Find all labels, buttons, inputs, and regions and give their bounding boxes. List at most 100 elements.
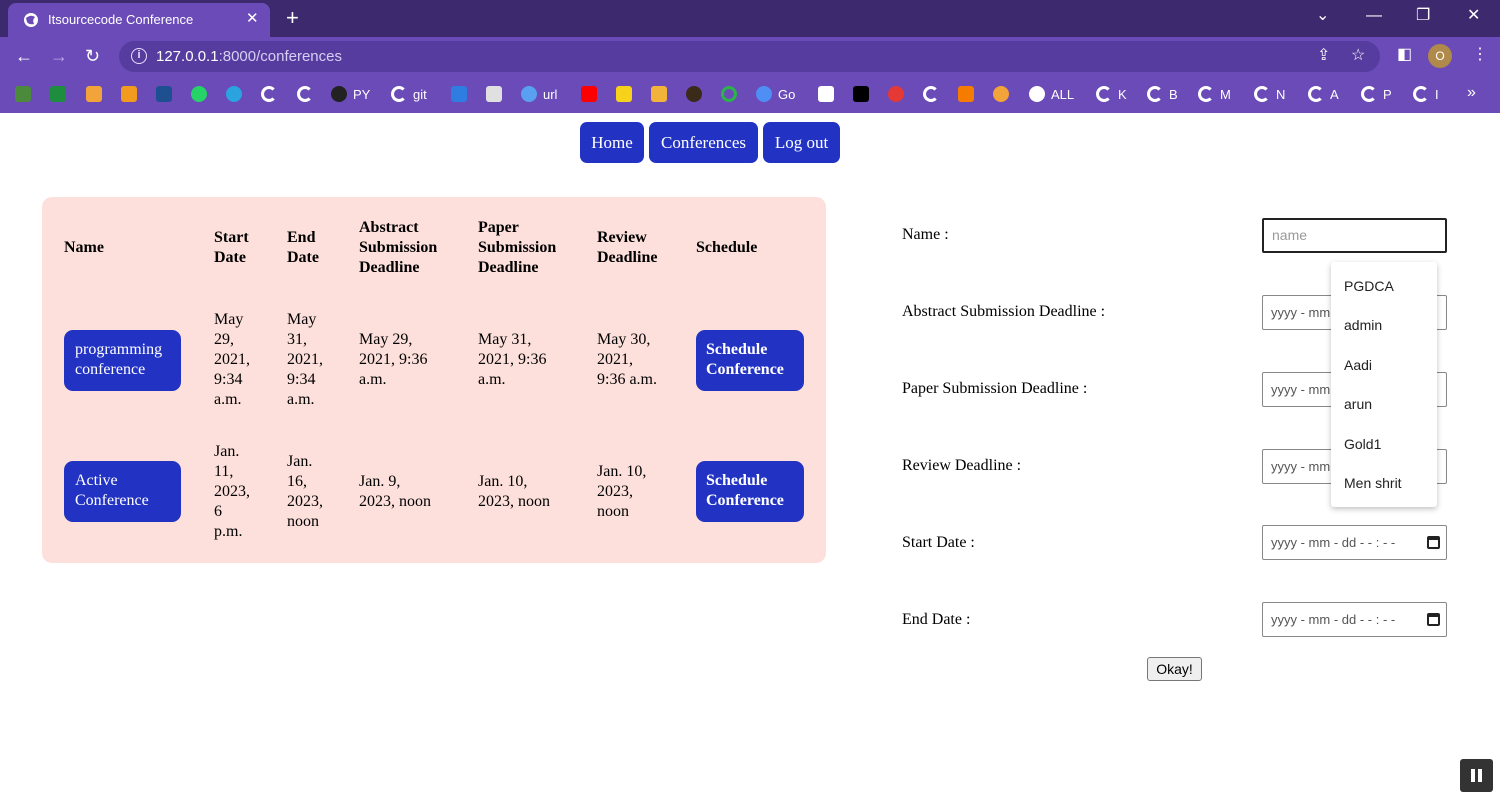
- tab-close-icon[interactable]: ✕: [246, 11, 259, 27]
- new-tab-button[interactable]: +: [286, 6, 299, 30]
- bookmark-item[interactable]: ALL: [1029, 85, 1074, 103]
- bookmark-item[interactable]: [923, 85, 939, 103]
- abstract-deadline-cell: Jan. 9, 2023, noon: [359, 473, 431, 510]
- circle-icon: [721, 86, 737, 102]
- bookmark-label: git: [413, 86, 427, 102]
- bookmark-item[interactable]: B: [1147, 85, 1178, 103]
- conference-name-button[interactable]: programming conference: [64, 330, 181, 391]
- back-arrow-icon[interactable]: ←: [15, 45, 33, 67]
- forward-arrow-icon[interactable]: →: [50, 45, 68, 67]
- autocomplete-option[interactable]: Aadi: [1344, 357, 1372, 373]
- autocomplete-option[interactable]: Men shrit: [1344, 475, 1402, 491]
- conference-name-button[interactable]: Active Conference: [64, 461, 181, 522]
- reload-icon[interactable]: ↻: [85, 45, 100, 67]
- pause-icon[interactable]: [1460, 759, 1493, 792]
- bookmark-label: K: [1118, 86, 1127, 102]
- menu-dots-icon[interactable]: ⋮: [1472, 46, 1488, 64]
- bookmark-item[interactable]: M: [1198, 85, 1231, 103]
- youtube-icon: [581, 86, 597, 102]
- share-icon[interactable]: ⇪: [1317, 47, 1330, 65]
- bookmark-label: M: [1220, 86, 1231, 102]
- google-icon: [1361, 86, 1377, 102]
- autocomplete-dropdown: PGDCA admin Aadi arun Gold1 Men shrit: [1331, 262, 1437, 507]
- bookmark-label: B: [1169, 86, 1178, 102]
- bookmark-item[interactable]: [50, 85, 66, 103]
- google-icon: [1413, 86, 1429, 102]
- autocomplete-option[interactable]: Gold1: [1344, 436, 1381, 452]
- nav-home-button[interactable]: Home: [580, 122, 644, 163]
- bookmark-item[interactable]: [888, 85, 904, 103]
- bookmark-item[interactable]: [581, 85, 597, 103]
- bookmark-item[interactable]: [993, 85, 1009, 103]
- bookmark-item[interactable]: [686, 85, 702, 103]
- start-date-input[interactable]: yyyy - mm - dd - - : - -: [1262, 525, 1447, 560]
- tab-title: Itsourcecode Conference: [48, 12, 194, 27]
- paper-deadline-cell: Jan. 10, 2023, noon: [478, 473, 550, 510]
- bookmark-item[interactable]: git: [391, 85, 427, 103]
- url-text[interactable]: 127.0.0.1:8000/conferences: [156, 48, 342, 65]
- okay-submit-button[interactable]: Okay!: [1147, 657, 1202, 681]
- bookmark-item[interactable]: [156, 85, 172, 103]
- bookmark-item[interactable]: [616, 85, 632, 103]
- review-deadline-cell: Jan. 10, 2023, noon: [597, 463, 647, 520]
- bookmark-item[interactable]: P: [1361, 85, 1392, 103]
- paper-deadline-label: Paper Submission Deadline :: [902, 380, 1088, 397]
- tab-search-chevron-icon[interactable]: ⌄: [1316, 6, 1329, 26]
- bookmark-item[interactable]: A: [1308, 85, 1339, 103]
- header-schedule: Schedule: [696, 239, 758, 256]
- bookmark-item[interactable]: [818, 85, 834, 103]
- bookmark-item[interactable]: [226, 85, 242, 103]
- bookmark-item[interactable]: [121, 85, 137, 103]
- window-close-icon[interactable]: ✕: [1467, 6, 1480, 26]
- bookmark-item[interactable]: [451, 85, 467, 103]
- restore-icon[interactable]: ❐: [1416, 6, 1430, 26]
- bookmark-item[interactable]: [958, 85, 974, 103]
- bookmarks-more-icon[interactable]: »: [1467, 84, 1476, 102]
- name-label: Name :: [902, 226, 949, 243]
- browser-tab[interactable]: Itsourcecode Conference ✕: [8, 3, 270, 37]
- bookmark-favicon-icon: [756, 86, 772, 102]
- address-bar[interactable]: i 127.0.0.1:8000/conferences ⇪ ☆: [119, 41, 1380, 72]
- nav-logout-button[interactable]: Log out: [763, 122, 840, 163]
- site-info-icon[interactable]: i: [131, 48, 147, 64]
- abstract-deadline-label: Abstract Submission Deadline :: [902, 303, 1106, 320]
- header-end-date: End Date: [287, 229, 319, 266]
- globe-icon: [24, 13, 38, 27]
- bookmark-label: Go: [778, 86, 796, 102]
- nav-conferences-button[interactable]: Conferences: [649, 122, 758, 163]
- bookmark-item[interactable]: PY: [331, 85, 370, 103]
- autocomplete-option[interactable]: PGDCA: [1344, 278, 1394, 294]
- globe-icon: [1029, 86, 1045, 102]
- bookmark-favicon-icon: [451, 86, 467, 102]
- name-input[interactable]: name: [1262, 218, 1447, 253]
- autocomplete-option[interactable]: admin: [1344, 317, 1382, 333]
- side-panel-icon[interactable]: ◧: [1397, 46, 1412, 64]
- bookmark-item[interactable]: Go: [756, 85, 795, 103]
- bookmark-star-icon[interactable]: ☆: [1351, 47, 1365, 65]
- schedule-conference-button[interactable]: Schedule Conference: [696, 461, 804, 522]
- bookmark-item[interactable]: [15, 85, 31, 103]
- bookmark-item[interactable]: N: [1254, 85, 1285, 103]
- bookmark-favicon-icon: [86, 86, 102, 102]
- bookmark-item[interactable]: [261, 85, 277, 103]
- minimize-icon[interactable]: —: [1366, 6, 1382, 26]
- calendar-icon[interactable]: [1427, 536, 1440, 549]
- bookmark-item[interactable]: [191, 85, 207, 103]
- bookmark-item[interactable]: [651, 85, 667, 103]
- bookmark-item[interactable]: [86, 85, 102, 103]
- end-date-input[interactable]: yyyy - mm - dd - - : - -: [1262, 602, 1447, 637]
- bookmark-item[interactable]: [853, 85, 869, 103]
- bookmark-favicon-icon: [616, 86, 632, 102]
- bookmark-item[interactable]: [486, 85, 502, 103]
- autocomplete-option[interactable]: arun: [1344, 396, 1372, 412]
- schedule-conference-button[interactable]: Schedule Conference: [696, 330, 804, 391]
- bookmark-item[interactable]: I: [1413, 85, 1439, 103]
- bookmark-item[interactable]: K: [1096, 85, 1127, 103]
- yandex-icon: [888, 86, 904, 102]
- profile-avatar[interactable]: O: [1428, 44, 1452, 68]
- bookmark-item[interactable]: [297, 85, 313, 103]
- calendar-icon[interactable]: [1427, 613, 1440, 626]
- bookmark-favicon-icon: [818, 86, 834, 102]
- bookmark-item[interactable]: url: [521, 85, 557, 103]
- bookmark-item[interactable]: [721, 85, 737, 103]
